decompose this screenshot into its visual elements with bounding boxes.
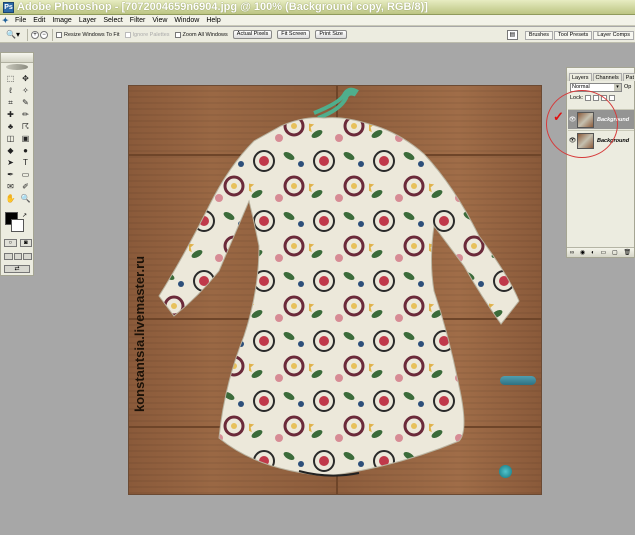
divider	[27, 28, 28, 41]
gradient-icon[interactable]: ▣	[18, 133, 33, 145]
checkbox-box[interactable]	[174, 31, 181, 38]
fit-screen-button[interactable]: Fit Screen	[277, 30, 311, 39]
hanger	[313, 87, 359, 120]
pen-icon[interactable]: ✒	[3, 169, 18, 181]
stamp-icon[interactable]: ♣	[3, 121, 18, 133]
annotation-check-mark: ✓	[553, 109, 564, 124]
type-icon[interactable]: T	[18, 157, 33, 169]
blur-icon[interactable]: ◆	[3, 145, 18, 157]
tab-layer-comps[interactable]: Layer Comps	[593, 30, 634, 40]
file-browser-icon[interactable]: ▤	[506, 30, 518, 40]
screen-mode-controls	[4, 253, 33, 261]
lock-all-icon[interactable]	[609, 95, 616, 101]
new-group-icon[interactable]: ▭	[601, 249, 607, 256]
lasso-icon[interactable]: ℓ	[3, 85, 18, 97]
eyedropper-icon[interactable]: ✐	[18, 181, 33, 193]
title-bar: Ps Adobe Photoshop - [7072004659n6904.jp…	[0, 0, 635, 15]
new-layer-icon[interactable]: ▢	[612, 249, 618, 256]
watermark-text: konstantsia.livemaster.ru	[132, 255, 147, 412]
checkbox-box[interactable]	[56, 31, 62, 38]
menu-help[interactable]: Help	[206, 15, 220, 26]
window-title: Adobe Photoshop - [7072004659n6904.jpg @…	[17, 1, 428, 13]
color-swatches: ↗	[5, 212, 31, 234]
shape-icon[interactable]: ▭	[18, 169, 33, 181]
swap-colors-icon[interactable]: ↗	[22, 212, 27, 219]
menu-layer[interactable]: Layer	[79, 15, 97, 26]
menu-file[interactable]: File	[15, 15, 26, 26]
actual-pixels-button[interactable]: Actual Pixels	[232, 30, 273, 39]
tab-channels[interactable]: Channels	[592, 73, 622, 81]
photoshop-eye-icon[interactable]: ✦	[2, 16, 11, 25]
zoom-out-icon[interactable]: −	[40, 30, 48, 39]
opacity-label: Op	[624, 84, 632, 90]
ignore-palettes-label: Ignore Palettes	[132, 31, 170, 38]
trash-icon[interactable]: 🗑	[623, 249, 631, 256]
tab-tool-presets[interactable]: Tool Presets	[554, 30, 593, 40]
menu-bar: ✦ File Edit Image Layer Select Filter Vi…	[0, 15, 635, 26]
menu-select[interactable]: Select	[103, 15, 122, 26]
layer-style-icon[interactable]: ◉	[580, 249, 585, 256]
menu-image[interactable]: Image	[52, 15, 71, 26]
photoshop-logo-icon: Ps	[3, 2, 14, 13]
options-bar: 🔍▾ + − Resize Windows To Fit Ignore Pale…	[0, 27, 635, 43]
hand-icon[interactable]: ✋	[3, 193, 18, 205]
slice-icon[interactable]: ✎	[18, 97, 33, 109]
standard-mode-icon[interactable]: ○	[4, 239, 17, 247]
zoom-all-windows-checkbox[interactable]: Zoom All Windows	[174, 31, 228, 38]
background-color[interactable]	[11, 219, 24, 232]
zoom-all-windows-label: Zoom All Windows	[182, 31, 228, 38]
zoom-in-icon[interactable]: +	[31, 30, 39, 39]
resize-windows-label: Resize Windows To Fit	[64, 31, 120, 38]
eraser-icon[interactable]: ◫	[3, 133, 18, 145]
menu-view[interactable]: View	[152, 15, 167, 26]
zoom-tool-icon[interactable]: 🔍▾	[6, 29, 24, 41]
tab-brushes[interactable]: Brushes	[524, 30, 554, 40]
tab-layers[interactable]: Layers	[569, 73, 592, 81]
resize-windows-checkbox[interactable]: Resize Windows To Fit	[56, 31, 120, 38]
palette-well: ▤ Brushes Tool Presets Layer Comps	[506, 27, 635, 43]
layers-panel-footer: ∞ ◉ ◐ ▭ ▢ 🗑	[567, 247, 634, 257]
ignore-palettes-checkbox: Ignore Palettes	[124, 31, 170, 38]
brush-icon[interactable]: ✏	[18, 109, 33, 121]
quick-mask-controls: ○ ◙	[4, 239, 32, 249]
toolbox: ⬚ ✥ ℓ ✧ ⌗ ✎ ✚ ✏ ♣ ☈ ◫ ▣ ◆ ● ➤ T ✒ ▭ ✉ ✐ ✋ 🔍 ↗ ○ ◙ ⇄	[0, 52, 34, 276]
menu-filter[interactable]: Filter	[130, 15, 146, 26]
toolbox-header[interactable]	[1, 53, 33, 63]
link-layers-icon[interactable]: ∞	[570, 250, 574, 256]
document-canvas[interactable]: konstantsia.livemaster.ru	[128, 85, 542, 495]
quick-mask-icon[interactable]: ◙	[19, 239, 32, 247]
jump-to-imageready-icon[interactable]: ⇄	[4, 265, 30, 273]
dress	[158, 117, 520, 477]
screen-mode-standard-icon[interactable]	[4, 253, 13, 260]
dress-photo	[158, 87, 520, 477]
dodge-icon[interactable]: ●	[18, 145, 33, 157]
path-select-icon[interactable]: ➤	[3, 157, 18, 169]
tab-paths[interactable]: Pat	[622, 73, 635, 81]
blend-mode-value: Normal	[572, 83, 590, 90]
adobe-feather-icon[interactable]	[6, 64, 28, 70]
chevron-down-icon[interactable]: ▾	[614, 83, 621, 91]
print-size-button[interactable]: Print Size	[315, 30, 347, 39]
history-brush-icon[interactable]: ☈	[18, 121, 33, 133]
notes-icon[interactable]: ✉	[3, 181, 18, 193]
checkbox-box	[124, 31, 131, 38]
divider	[52, 28, 53, 41]
healing-icon[interactable]: ✚	[3, 109, 18, 121]
screen-mode-full-icon[interactable]	[23, 253, 33, 260]
tool-grid: ⬚ ✥ ℓ ✧ ⌗ ✎ ✚ ✏ ♣ ☈ ◫ ▣ ◆ ● ➤ T ✒ ▭ ✉ ✐ ✋ 🔍	[3, 73, 33, 205]
marquee-icon[interactable]: ⬚	[3, 73, 18, 85]
crop-icon[interactable]: ⌗	[3, 97, 18, 109]
layer-mask-icon[interactable]: ◐	[591, 250, 595, 256]
magic-wand-icon[interactable]: ✧	[18, 85, 33, 97]
menu-window[interactable]: Window	[174, 15, 199, 26]
screen-mode-menu-icon[interactable]	[13, 253, 23, 260]
layers-panel-tabs: Layers Channels Pat	[567, 68, 635, 81]
menu-edit[interactable]: Edit	[33, 15, 45, 26]
move-icon[interactable]: ✥	[18, 73, 33, 85]
zoom-icon[interactable]: 🔍	[18, 193, 33, 205]
